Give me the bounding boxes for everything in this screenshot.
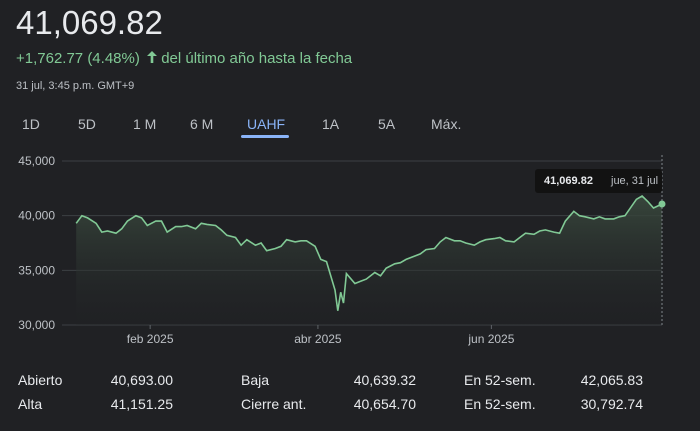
tab-1d[interactable]: 1D	[22, 116, 40, 132]
tab-6m[interactable]: 6 M	[190, 116, 213, 132]
tab-max[interactable]: Máx.	[431, 116, 461, 132]
change-suffix: del último año hasta la fecha	[161, 50, 353, 67]
tab-1y[interactable]: 1A	[322, 116, 339, 132]
tab-1m[interactable]: 1 M	[133, 116, 156, 132]
stat-value-52w-high: 42,065.83	[580, 372, 643, 388]
y-tick-label: 40,000	[18, 209, 55, 223]
y-tick-label: 35,000	[18, 263, 55, 277]
stat-label-prev-close: Cierre ant.	[241, 396, 307, 412]
stat-label-low: Baja	[241, 372, 270, 388]
active-tab-indicator	[241, 135, 289, 138]
current-price: 41,069.82	[16, 4, 163, 41]
tooltip-date: jue, 31 jul	[611, 175, 659, 187]
arrow-up-icon	[147, 50, 158, 67]
stat-value-open: 40,693.00	[110, 372, 173, 388]
stat-value-prev-close: 40,654.70	[353, 396, 416, 412]
y-tick-label: 45,000	[18, 154, 55, 168]
tab-ytd[interactable]: UAHF	[247, 116, 285, 132]
x-axis: feb 2025 abr 2025 jun 2025	[127, 325, 515, 346]
x-tick-label: jun 2025	[467, 332, 514, 346]
current-point	[658, 200, 666, 208]
stat-label-high: Alta	[18, 396, 43, 412]
price-change: +1,762.77 (4.48%) del último año hasta l…	[16, 50, 352, 67]
stat-value-52w-low: 30,792.74	[580, 396, 643, 412]
x-tick-label: abr 2025	[294, 332, 342, 346]
y-tick-label: 30,000	[18, 318, 55, 332]
stat-label-52w-low: En 52-sem.	[464, 396, 536, 412]
stat-value-high: 41,151.25	[110, 396, 173, 412]
range-tabs: 1D 5D 1 M 6 M UAHF 1A 5A Máx.	[0, 108, 700, 142]
hover-tooltip: 41,069.82 jue, 31 jul	[535, 169, 662, 193]
tab-5y[interactable]: 5A	[378, 116, 395, 132]
tab-5d[interactable]: 5D	[78, 116, 96, 132]
stat-value-low: 40,639.32	[353, 372, 416, 388]
tooltip-value: 41,069.82	[544, 175, 593, 187]
y-axis: 45,000 40,000 35,000 30,000	[18, 154, 55, 332]
timestamp: 31 jul, 3:45 p.m. GMT+9	[16, 80, 135, 92]
stat-label-open: Abierto	[18, 372, 63, 388]
stat-label-52w-high: En 52-sem.	[464, 372, 536, 388]
x-tick-label: feb 2025	[127, 332, 174, 346]
change-value: +1,762.77 (4.48%)	[16, 50, 140, 67]
